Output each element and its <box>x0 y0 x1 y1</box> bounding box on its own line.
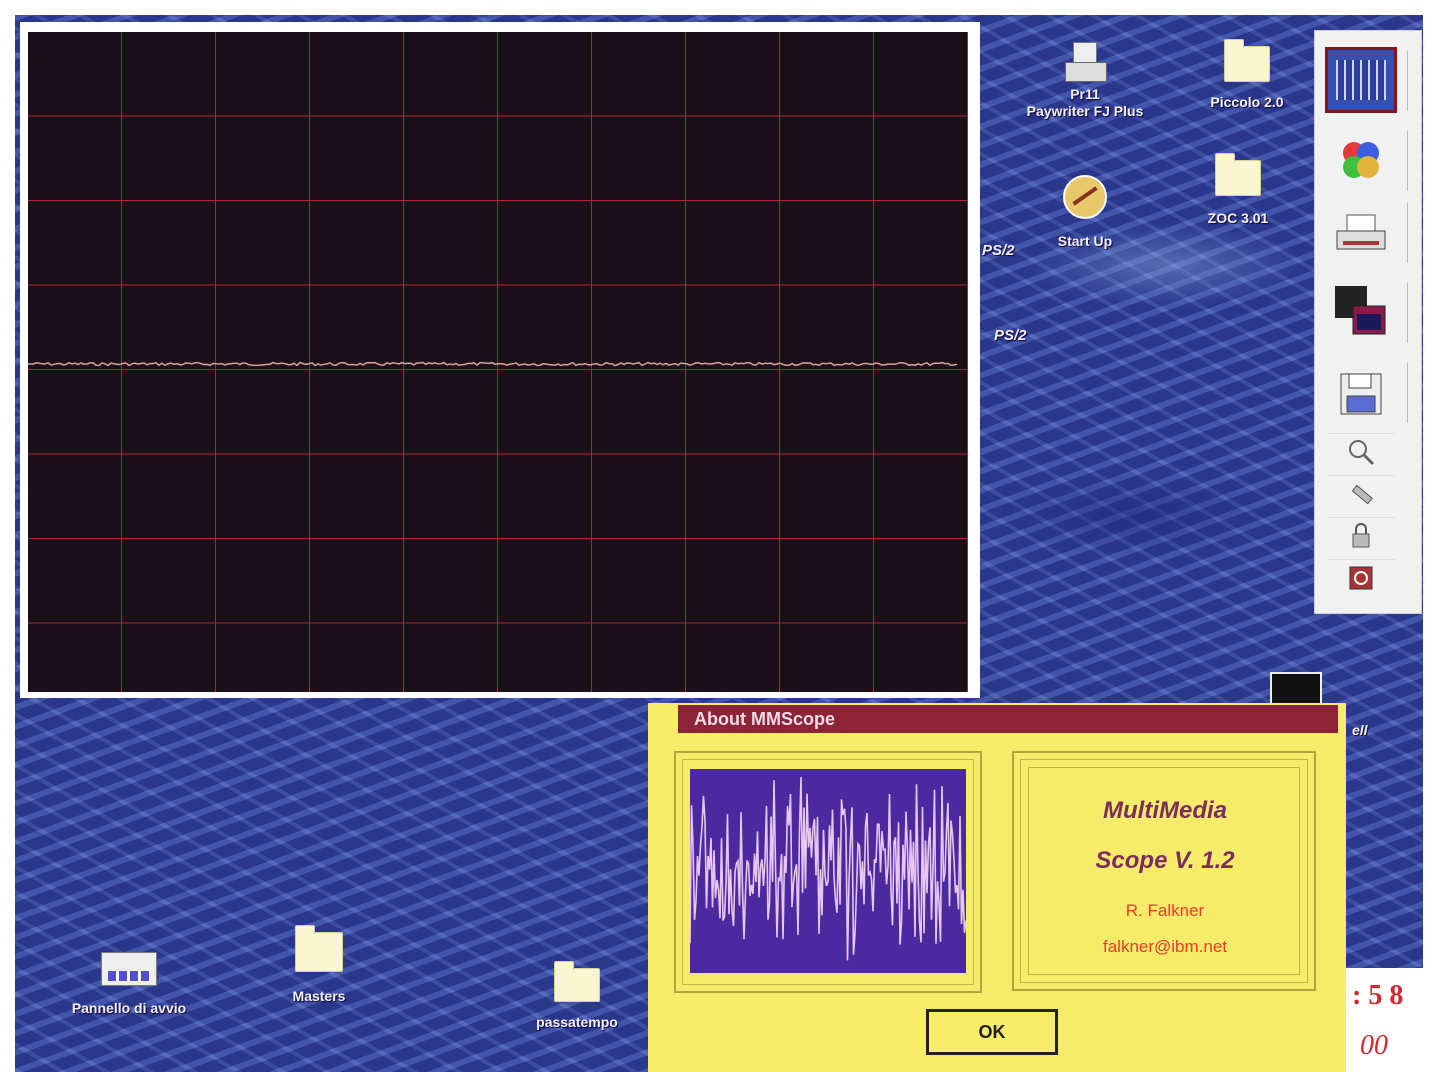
icon-label: Paywriter FJ Plus <box>1026 103 1144 119</box>
icon-label: passatempo <box>536 1014 618 1030</box>
clock-date-fragment: 00 <box>1360 1030 1388 1061</box>
printer-app-icon <box>1065 42 1107 86</box>
scope-trace <box>28 361 958 367</box>
desktop-icon-masters[interactable]: Masters <box>264 925 374 1005</box>
toolbar-scroll-marker <box>1407 203 1414 263</box>
clock-widget: : 5 8 00 <box>1346 968 1429 1072</box>
desktop-icon-piccolo[interactable]: Piccolo 2.0 <box>1182 39 1312 111</box>
folder-icon <box>295 925 343 972</box>
toolbar-button-lock[interactable] <box>1327 517 1395 554</box>
magnifier-icon <box>1349 440 1375 466</box>
toolbar-button-colors[interactable] <box>1325 127 1397 193</box>
icon-label: Piccolo 2.0 <box>1210 94 1284 110</box>
scope-window <box>20 22 980 698</box>
author-name: R. Falkner <box>1125 901 1205 920</box>
toolbar-button-shutdown[interactable] <box>1327 559 1395 596</box>
waveform-graphic <box>689 776 967 961</box>
desktop-icon-zoc[interactable]: ZOC 3.01 <box>1188 153 1288 227</box>
toolbar-scroll-marker <box>1407 283 1414 343</box>
info-panel: MultiMedia Scope V. 1.2 R. Falkner falkn… <box>1012 751 1318 991</box>
folder-icon <box>1215 153 1261 196</box>
shutdown-icon <box>1349 566 1373 590</box>
desktop-icon-startup[interactable]: Start Up <box>1040 175 1130 250</box>
windows-icon <box>1335 286 1386 335</box>
waveform-image <box>689 769 967 973</box>
icon-label: Pr11 <box>1070 86 1100 102</box>
wrench-icon <box>1351 484 1373 505</box>
desktop-icon-passatempo[interactable]: passatempo <box>512 961 642 1031</box>
color-palette-icon <box>1343 142 1379 178</box>
ok-button[interactable]: OK <box>926 1009 1058 1055</box>
toolbar-button-printer[interactable] <box>1325 201 1397 267</box>
icon-label: Start Up <box>1057 233 1113 249</box>
product-version: Scope V. 1.2 <box>1095 847 1235 874</box>
toolbar-button-search[interactable] <box>1327 433 1395 470</box>
partial-icon-label: PS/2 <box>982 242 1015 259</box>
icon-label: Pannello di avvio <box>71 1000 187 1016</box>
icon-label: Masters <box>292 988 346 1004</box>
control-panel-icon <box>101 952 157 986</box>
folder-icon <box>1224 39 1270 82</box>
floppy-disk-icon <box>1340 373 1382 415</box>
folder-icon <box>554 961 600 1002</box>
toolbar-scroll-marker <box>1407 51 1414 111</box>
partial-icon-label: ell <box>1352 722 1368 738</box>
toolbar-button-scope[interactable] <box>1325 47 1397 113</box>
partial-icon-label: PS/2 <box>994 327 1027 344</box>
toolbar-scroll-marker <box>1407 131 1414 191</box>
toolbar-scroll-marker <box>1407 363 1414 423</box>
desktop-icon-paywriter[interactable]: Pr11 Paywriter FJ Plus <box>1010 42 1160 120</box>
scope-icon <box>1336 60 1386 100</box>
dialog-titlebar[interactable]: About MMScope <box>678 705 1338 733</box>
lock-icon <box>1352 523 1370 548</box>
product-name: MultiMedia <box>1103 797 1227 824</box>
author-email: falkner@ibm.net <box>1102 937 1228 956</box>
toolbar-button-windows[interactable] <box>1325 279 1397 345</box>
toolbar-button-floppy[interactable] <box>1325 361 1397 427</box>
about-dialog: About MMScope MultiMedia Scope V. 1.2 R.… <box>648 703 1346 1072</box>
toolbar-button-tool[interactable] <box>1327 475 1395 512</box>
icon-label: ZOC 3.01 <box>1207 210 1269 226</box>
printer-icon <box>1336 214 1386 250</box>
startup-icon <box>1063 175 1107 219</box>
clock-time: : 5 8 <box>1352 980 1404 1011</box>
desktop-icon-pannello[interactable]: Pannello di avvio <box>44 952 214 1017</box>
launch-toolbar <box>1314 30 1422 614</box>
